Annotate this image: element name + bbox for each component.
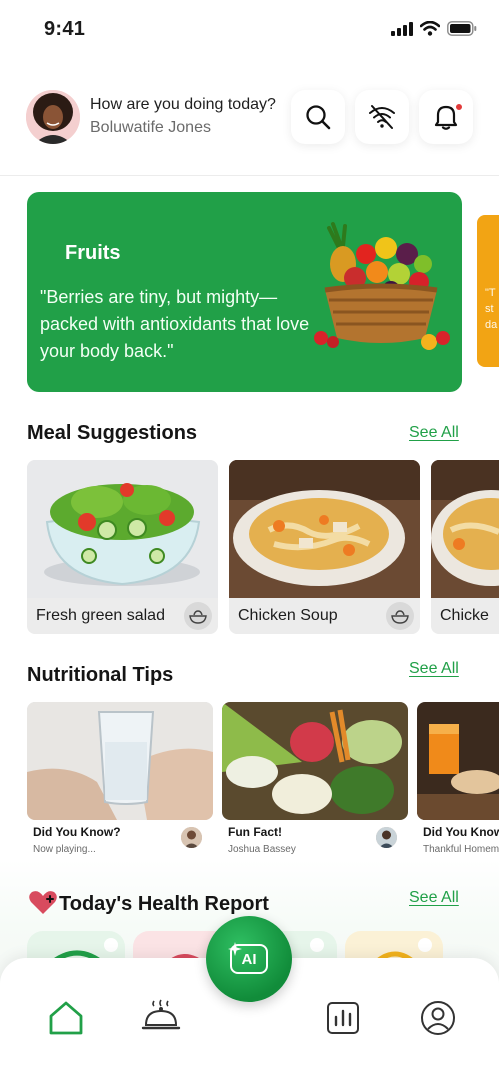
nav-home[interactable] (46, 998, 86, 1038)
salad-image (27, 460, 218, 598)
notification-dot (454, 102, 464, 112)
header: How are you doing today? Boluwatife Jone… (0, 80, 499, 176)
water-glass-image (27, 702, 213, 820)
tip-title: Did You Know? (33, 825, 121, 839)
status-icons (391, 21, 477, 36)
next-banner-text: "T st da (485, 287, 498, 331)
wifi-off-icon (369, 105, 395, 129)
tip-title: Did You Know? (423, 825, 499, 839)
nav-profile[interactable] (418, 998, 458, 1038)
banner-quote: "Berries are tiny, but mighty—packed wit… (40, 287, 310, 361)
tip-title: Fun Fact! (228, 825, 282, 839)
fruits-banner[interactable]: Fruits "Berries are tiny, but mighty—pac… (27, 192, 462, 392)
meal-card-salad[interactable]: Fresh green salad (27, 460, 218, 634)
battery-icon (447, 21, 477, 36)
author-avatar (181, 827, 202, 848)
cloche-icon (141, 999, 181, 1030)
tip-card[interactable]: Fun Fact! Joshua Bassey (222, 702, 408, 862)
signal-icon (391, 21, 413, 36)
nav-meals[interactable] (141, 998, 181, 1038)
banner-title: Fruits (65, 242, 121, 264)
search-button[interactable] (291, 90, 345, 144)
offline-button[interactable] (355, 90, 409, 144)
nutritional-tips-title: Nutritional Tips (27, 664, 174, 686)
tip-card[interactable]: Did You Know? Thankful Homema (417, 702, 499, 862)
fruit-basket-image (314, 222, 450, 350)
greeting-text: How are you doing today? (90, 96, 276, 113)
tips-see-all-link[interactable]: See All (409, 660, 459, 678)
meal-card-chicken-soup[interactable]: Chicken Soup (229, 460, 420, 634)
meal-bowl-icon[interactable] (386, 602, 414, 630)
tip-subtitle: Thankful Homema (423, 844, 499, 855)
chicken-soup-image (431, 460, 499, 598)
notifications-button[interactable] (419, 90, 473, 144)
health-see-all-link[interactable]: See All (409, 889, 459, 907)
tip-card[interactable]: Did You Know? Now playing... (27, 702, 213, 862)
wifi-icon (420, 21, 440, 36)
bar-chart-icon (327, 1002, 359, 1034)
vegetables-image (222, 702, 408, 820)
search-icon (306, 105, 331, 130)
next-banner-peek[interactable]: "T st da (477, 215, 499, 367)
user-name: Boluwatife Jones (90, 119, 211, 136)
home-icon (49, 1001, 83, 1035)
meal-label: Chicke (440, 607, 489, 624)
ai-label: AI (241, 950, 257, 968)
ai-assistant-button[interactable]: AI (206, 916, 292, 1002)
author-avatar (376, 827, 397, 848)
avatar[interactable] (26, 90, 80, 144)
health-report-title: Today's Health Report (59, 893, 269, 915)
meal-label: Fresh green salad (36, 607, 165, 624)
meal-label: Chicken Soup (238, 607, 338, 624)
status-time: 9:41 (44, 18, 86, 40)
profile-icon (421, 1001, 455, 1035)
status-bar: 9:41 (0, 0, 499, 60)
heart-plus-icon (29, 891, 57, 914)
chicken-soup-image (229, 460, 420, 598)
ai-chip-icon: AI (230, 944, 268, 974)
nav-stats[interactable] (323, 998, 363, 1038)
meal-suggestions-title: Meal Suggestions (27, 422, 198, 444)
meals-see-all-link[interactable]: See All (409, 424, 459, 442)
meal-card-partial[interactable]: Chicke (431, 460, 499, 634)
meal-bowl-icon[interactable] (184, 602, 212, 630)
tip-subtitle: Joshua Bassey (228, 844, 296, 855)
breakfast-image (417, 702, 499, 820)
tip-subtitle: Now playing... (33, 844, 96, 855)
